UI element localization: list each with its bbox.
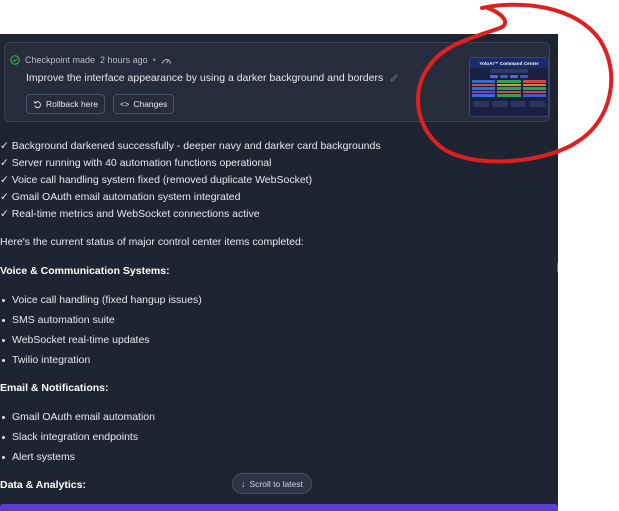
list-item: Voice call handling (fixed hangup issues…	[0, 290, 202, 310]
voice-list: Voice call handling (fixed hangup issues…	[0, 290, 202, 370]
check-line: ✓ Background darkened successfully - dee…	[0, 140, 381, 152]
check-line: ✓ Real-time metrics and WebSocket connec…	[0, 208, 260, 220]
separator-dot: •	[152, 55, 156, 65]
email-list: Gmail OAuth email automation Slack integ…	[0, 407, 155, 467]
scroll-to-latest-button[interactable]: ↓ Scroll to latest	[232, 473, 312, 494]
check-circle-icon	[10, 55, 20, 65]
gauge-icon[interactable]	[161, 56, 172, 65]
rollback-icon	[33, 100, 41, 108]
scrollbar-handle[interactable]	[557, 263, 558, 272]
list-item: Twilio integration	[0, 350, 202, 370]
chat-panel: Checkpoint made 2 hours ago • Improve th…	[0, 34, 558, 511]
check-line: ✓ Server running with 40 automation func…	[0, 157, 272, 169]
list-item: Gmail OAuth email automation	[0, 407, 155, 427]
list-item: SMS automation suite	[0, 310, 202, 330]
thumbnail-chips	[470, 75, 548, 78]
edit-pencil-icon[interactable]	[389, 73, 399, 83]
section-heading: Data & Analytics:	[0, 479, 86, 491]
changes-button[interactable]: <> Changes	[113, 94, 175, 114]
code-icon: <>	[120, 99, 130, 109]
status-intro: Here's the current status of major contr…	[0, 236, 304, 248]
checkpoint-card: Checkpoint made 2 hours ago • Improve th…	[4, 42, 550, 122]
scroll-label: Scroll to latest	[249, 478, 303, 489]
input-bar[interactable]	[0, 504, 558, 511]
list-item: WebSocket real-time updates	[0, 330, 202, 350]
section-heading: Voice & Communication Systems:	[0, 265, 170, 277]
checkpoint-label: Checkpoint made	[25, 55, 96, 65]
list-item: Slack integration endpoints	[0, 427, 155, 447]
checkpoint-time: 2 hours ago	[100, 55, 148, 65]
check-line: ✓ Gmail OAuth email automation system in…	[0, 191, 241, 203]
rollback-button[interactable]: Rollback here	[26, 94, 105, 114]
thumbnail-title: YoloAI™ Command Center	[470, 58, 548, 68]
preview-thumbnail[interactable]: YoloAI™ Command Center	[469, 57, 549, 117]
section-heading: Email & Notifications:	[0, 382, 109, 394]
changes-label: Changes	[133, 99, 168, 109]
thumbnail-footer	[470, 97, 548, 107]
thumbnail-columns	[470, 80, 548, 97]
thumbnail-subtitle-bar	[490, 69, 528, 73]
checkpoint-title: Improve the interface appearance by usin…	[26, 72, 399, 84]
checkpoint-title-text: Improve the interface appearance by usin…	[26, 72, 384, 84]
checkpoint-meta: Checkpoint made 2 hours ago •	[10, 53, 172, 67]
checklist: ✓ Background darkened successfully - dee…	[0, 138, 381, 223]
rollback-label: Rollback here	[46, 99, 98, 109]
check-line: ✓ Voice call handling system fixed (remo…	[0, 174, 313, 186]
arrow-down-icon: ↓	[241, 478, 246, 489]
list-item: Alert systems	[0, 447, 155, 467]
